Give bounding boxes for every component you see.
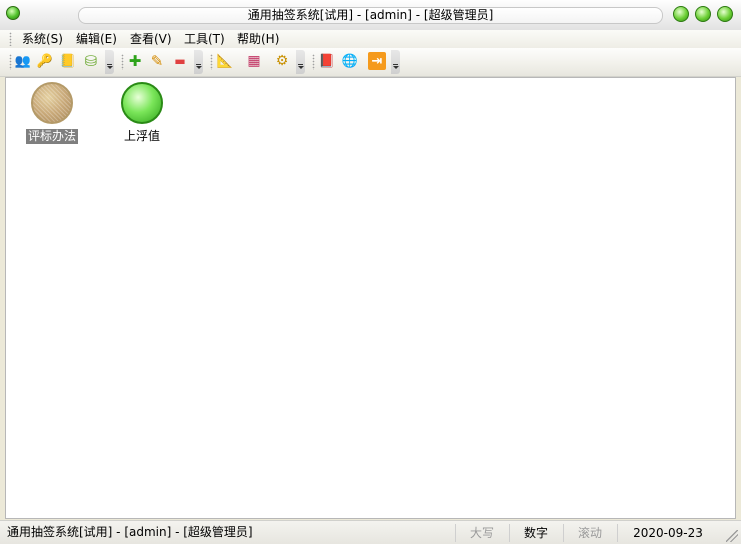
pencil-icon[interactable]: ✎: [148, 52, 166, 70]
users-icon[interactable]: 👥: [14, 52, 32, 70]
book-icon[interactable]: 📕: [318, 52, 336, 70]
toolbar-overflow-1[interactable]: [105, 50, 114, 74]
menu-view[interactable]: 查看(V): [128, 30, 174, 48]
desktop-item-float-value[interactable]: 上浮值: [102, 82, 182, 144]
menu-edit[interactable]: 编辑(E): [74, 30, 119, 48]
status-separator: [509, 524, 510, 542]
title-bar[interactable]: 通用抽签系统[试用] - [admin] - [超级管理员]: [0, 0, 741, 31]
status-text: 通用抽签系统[试用] - [admin] - [超级管理员]: [7, 525, 253, 539]
menu-bar: 系统(S) 编辑(E) 查看(V) 工具(T) 帮助(H): [0, 30, 741, 48]
status-separator: [455, 524, 456, 542]
toolbar-overflow-2[interactable]: [194, 50, 203, 74]
status-date: 2020-09-23: [633, 526, 703, 540]
menu-help[interactable]: 帮助(H): [235, 30, 281, 48]
menu-tools[interactable]: 工具(T): [182, 30, 227, 48]
menu-system[interactable]: 系统(S): [20, 30, 65, 48]
toolbar-grip-handle[interactable]: [312, 54, 315, 70]
green-orb-icon: [121, 82, 163, 124]
ruler-icon[interactable]: 📐: [216, 52, 234, 70]
add-icon[interactable]: ✚: [126, 52, 144, 70]
menu-grip-handle[interactable]: [9, 32, 12, 46]
app-window: 通用抽签系统[试用] - [admin] - [超级管理员] 系统(S) 编辑(…: [0, 0, 741, 544]
desktop-item-bidding-method[interactable]: 评标办法: [12, 82, 92, 144]
remove-icon[interactable]: ▬: [171, 52, 189, 70]
desktop-area[interactable]: 评标办法 上浮值: [5, 77, 736, 519]
minimize-button[interactable]: [673, 6, 689, 22]
globe-search-icon[interactable]: 🌐: [341, 52, 359, 70]
toolbar-overflow-3[interactable]: [296, 50, 305, 74]
resize-grip-handle[interactable]: [726, 530, 738, 542]
status-separator: [617, 524, 618, 542]
palette-icon[interactable]: ▦: [245, 52, 263, 70]
toolbar-grip-handle[interactable]: [9, 54, 12, 70]
desktop-item-label: 评标办法: [25, 129, 78, 144]
toolbar: 👥 🔑 📒 ⛁ ✚ ✎ ▬ 📐 ▦ ⚙ 📕 🌐 ⇥: [0, 48, 741, 77]
app-icon[interactable]: [6, 6, 20, 20]
toolbar-grip-handle[interactable]: [210, 54, 213, 70]
desktop-item-label: 上浮值: [123, 129, 160, 143]
status-bar: 通用抽签系统[试用] - [admin] - [超级管理员] 大写 数字 滚动 …: [0, 520, 741, 544]
num-lock-indicator: 数字: [523, 526, 548, 540]
tan-orb-icon: [31, 82, 73, 124]
caps-lock-indicator: 大写: [469, 526, 494, 540]
exit-icon[interactable]: ⇥: [368, 52, 386, 70]
gear-icon[interactable]: ⚙: [273, 52, 291, 70]
notepad-icon[interactable]: 📒: [59, 52, 77, 70]
database-icon[interactable]: ⛁: [82, 52, 100, 70]
toolbar-grip-handle[interactable]: [121, 54, 124, 70]
window-title: 通用抽签系统[试用] - [admin] - [超级管理员]: [78, 7, 663, 24]
key-icon[interactable]: 🔑: [36, 52, 54, 70]
status-separator: [563, 524, 564, 542]
toolbar-overflow-4[interactable]: [391, 50, 400, 74]
scroll-lock-indicator: 滚动: [577, 526, 602, 540]
maximize-button[interactable]: [695, 6, 711, 22]
close-button[interactable]: [717, 6, 733, 22]
